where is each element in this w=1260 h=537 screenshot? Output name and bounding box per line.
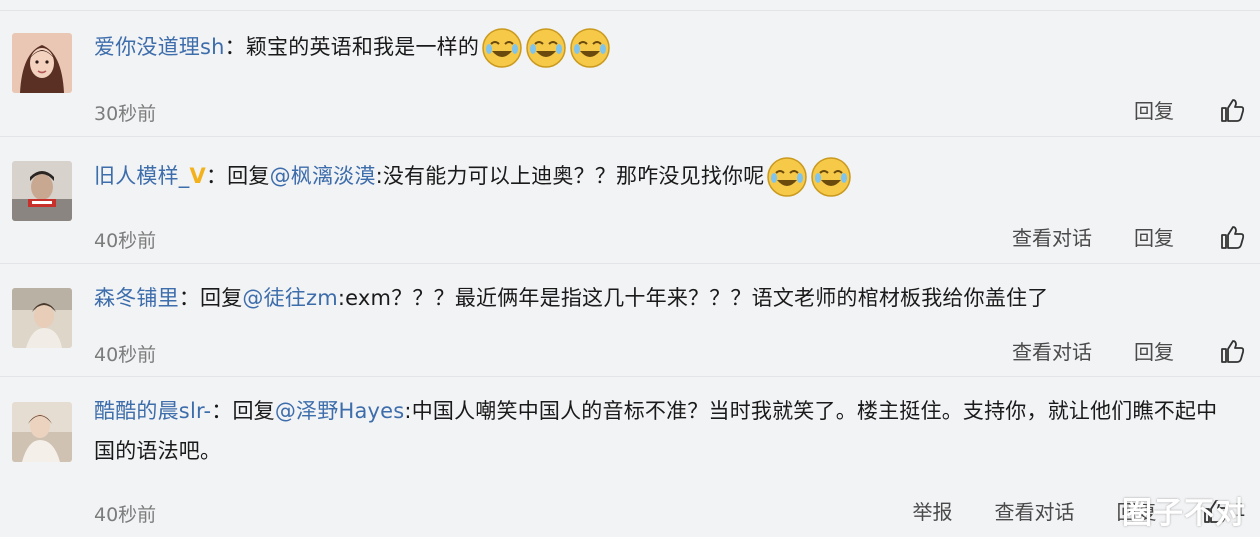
comment-text: 颖宝的英语和我是一样的 [245, 35, 480, 59]
comment-feed: 爱你没道理sh：颖宝的英语和我是一样的 30秒前 回复 旧人模样_V：回复@枫漓… [0, 0, 1260, 536]
reply-prefix: 回复 [227, 164, 270, 188]
timestamp: 30秒前 [94, 103, 157, 125]
thumbs-up-icon [1221, 98, 1245, 122]
username-link[interactable]: 爱你没道理sh [94, 35, 225, 59]
comment-item: 森冬铺里：回复@徒往zm:exm？？？最近俩年是指这几十年来？？？语文老师的棺材… [0, 263, 1260, 377]
timestamp: 40秒前 [94, 230, 157, 252]
laugh-cry-emoji-icon [766, 156, 808, 198]
comment-item: 酷酷的晨slr-：回复@泽野Hayes:中国人嘲笑中国人的音标不准？当时我就笑了… [0, 376, 1260, 537]
timestamp: 40秒前 [94, 504, 157, 526]
comment-item: 旧人模样_V：回复@枫漓淡漠:没有能力可以上迪奥？？那咋没见找你呢 40秒前 查… [0, 136, 1260, 264]
comment-body: 森冬铺里：回复@徒往zm:exm？？？最近俩年是指这几十年来？？？语文老师的棺材… [94, 278, 1244, 318]
like-button[interactable] [1218, 223, 1246, 251]
reply-button[interactable]: 回复 [1134, 222, 1174, 251]
laugh-cry-emoji-icon [525, 27, 567, 69]
comment-item: 爱你没道理sh：颖宝的英语和我是一样的 30秒前 回复 [0, 10, 1260, 137]
comment-body: 爱你没道理sh：颖宝的英语和我是一样的 [94, 27, 1244, 69]
username-link[interactable]: 森冬铺里 [94, 286, 179, 310]
view-conversation-button[interactable]: 查看对话 [1012, 222, 1092, 251]
reply-button[interactable]: 回复 [1134, 95, 1174, 124]
laugh-cry-emoji-icon [569, 27, 611, 69]
reply-button[interactable]: 回复 [1134, 336, 1174, 365]
timestamp: 40秒前 [94, 344, 157, 366]
laugh-cry-emoji-icon [810, 156, 852, 198]
like-button[interactable] [1218, 96, 1246, 124]
comment-actions: 查看对话 回复 [970, 222, 1246, 251]
view-conversation-button[interactable]: 查看对话 [1012, 336, 1092, 365]
view-conversation-button[interactable]: 查看对话 [995, 496, 1075, 525]
comment-body: 酷酷的晨slr-：回复@泽野Hayes:中国人嘲笑中国人的音标不准？当时我就笑了… [94, 391, 1234, 471]
username-link[interactable]: 酷酷的晨slr- [94, 399, 211, 423]
comment-text: :没有能力可以上迪奥？？那咋没见找你呢 [375, 164, 765, 188]
comment-body: 旧人模样_V：回复@枫漓淡漠:没有能力可以上迪奥？？那咋没见找你呢 [94, 156, 1244, 198]
verified-badge-icon: V [189, 164, 206, 188]
report-button[interactable]: 举报 [913, 496, 953, 525]
avatar[interactable] [12, 288, 72, 348]
separator: ： [224, 35, 246, 59]
watermark: 圈子不对 [1122, 496, 1246, 531]
mention-link[interactable]: @徒往zm [242, 286, 337, 310]
mention-link[interactable]: @枫漓淡漠 [270, 164, 376, 188]
laugh-cry-emoji-icon [481, 27, 523, 69]
comment-actions: 查看对话 回复 [970, 336, 1246, 365]
separator: ： [178, 286, 201, 310]
thumbs-up-icon [1221, 225, 1245, 249]
avatar[interactable] [12, 402, 72, 462]
like-button[interactable] [1218, 337, 1246, 365]
thumbs-up-icon [1221, 339, 1245, 363]
mention-link[interactable]: @泽野Hayes [275, 399, 405, 423]
comment-actions: 回复 [1092, 95, 1246, 124]
comment-text: :exm？？？最近俩年是指这几十年来？？？语文老师的棺材板我给你盖住了 [337, 286, 1049, 310]
username-link[interactable]: 旧人模样_ [94, 164, 190, 188]
separator: ： [211, 399, 233, 423]
avatar[interactable] [12, 161, 72, 221]
reply-prefix: 回复 [200, 286, 243, 310]
separator: ： [205, 164, 228, 188]
reply-prefix: 回复 [232, 399, 275, 423]
avatar[interactable] [12, 33, 72, 93]
